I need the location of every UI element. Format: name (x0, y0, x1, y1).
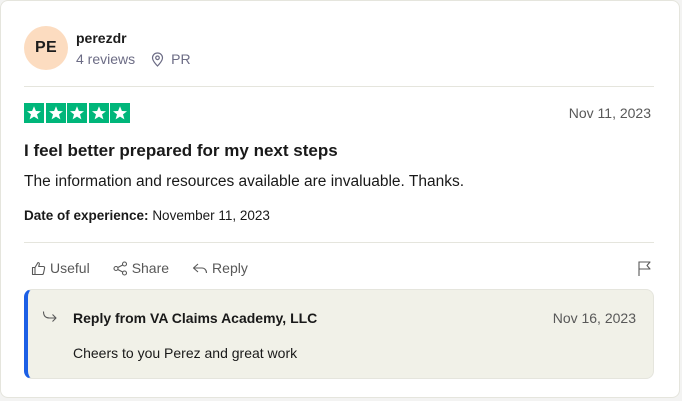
useful-label: Useful (50, 260, 90, 276)
reply-text: Cheers to you Perez and great work (73, 345, 298, 361)
star-icon (24, 103, 44, 123)
reviewer-name[interactable]: perezdr (76, 30, 127, 46)
reply-button[interactable]: Reply (192, 260, 248, 276)
avatar[interactable]: PE (24, 26, 68, 70)
review-text: The information and resources available … (24, 173, 464, 190)
useful-button[interactable]: Useful (31, 260, 90, 276)
star-rating (24, 103, 132, 123)
share-icon (113, 260, 127, 276)
review-title[interactable]: I feel better prepared for my next steps (24, 141, 338, 161)
thumbs-up-icon (31, 261, 46, 275)
divider (24, 242, 654, 243)
date-of-experience: Date of experience: November 11, 2023 (24, 208, 270, 223)
review-card: PE perezdr 4 reviews PR Nov 11, 2023 I f… (0, 0, 680, 398)
star-icon (88, 103, 109, 123)
reviewer-meta: 4 reviews PR (76, 51, 191, 67)
star-icon (67, 103, 87, 123)
reply-icon (42, 311, 57, 322)
reviews-count: 4 reviews (76, 51, 136, 67)
reply-date: Nov 16, 2023 (552, 310, 636, 326)
report-flag-button[interactable] (637, 260, 652, 282)
share-label: Share (131, 260, 170, 276)
experience-date: November 11, 2023 (152, 208, 270, 223)
experience-label: Date of experience: (24, 208, 149, 223)
share-button[interactable]: Share (113, 260, 169, 276)
location-pin-icon (152, 51, 164, 67)
star-icon (45, 103, 66, 123)
reply-from: Reply from VA Claims Academy, LLC (73, 310, 318, 326)
avatar-initials: PE (35, 39, 57, 56)
star-icon (110, 103, 130, 123)
review-actions: Useful Share Reply (31, 260, 271, 276)
flag-icon (638, 261, 651, 276)
review-date: Nov 11, 2023 (568, 105, 651, 121)
reviewer-location: PR (151, 51, 191, 67)
company-reply: Reply from VA Claims Academy, LLC Nov 16… (24, 289, 654, 379)
location-text: PR (171, 51, 191, 67)
reply-arrow-icon (192, 263, 208, 273)
reply-label: Reply (212, 260, 248, 276)
divider (24, 86, 654, 87)
